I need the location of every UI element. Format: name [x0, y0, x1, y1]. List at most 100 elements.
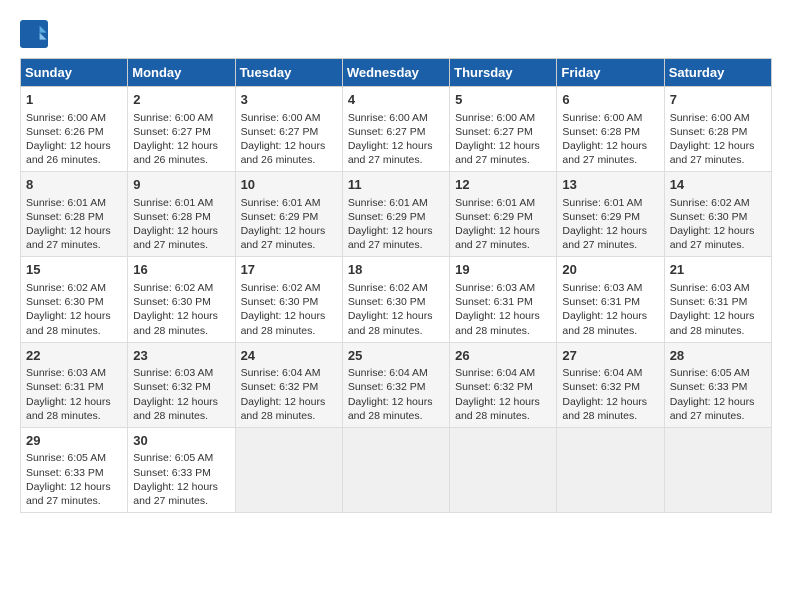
- calendar-cell: [235, 427, 342, 512]
- day-number: 16: [133, 261, 229, 279]
- daylight-text: Daylight: 12 hours and 28 minutes.: [455, 396, 540, 422]
- calendar-cell: 21Sunrise: 6:03 AMSunset: 6:31 PMDayligh…: [664, 257, 771, 342]
- sunset-text: Sunset: 6:30 PM: [348, 296, 426, 308]
- sunset-text: Sunset: 6:31 PM: [26, 381, 104, 393]
- day-number: 6: [562, 91, 658, 109]
- calendar-cell: 17Sunrise: 6:02 AMSunset: 6:30 PMDayligh…: [235, 257, 342, 342]
- daylight-text: Daylight: 12 hours and 27 minutes.: [670, 140, 755, 166]
- day-number: 13: [562, 176, 658, 194]
- daylight-text: Daylight: 12 hours and 28 minutes.: [348, 396, 433, 422]
- calendar-cell: 5Sunrise: 6:00 AMSunset: 6:27 PMDaylight…: [450, 87, 557, 172]
- sunrise-text: Sunrise: 6:01 AM: [26, 197, 106, 209]
- calendar-cell: 3 Sunrise: 6:00 AM Sunset: 6:27 PM Daylight…: [235, 87, 342, 172]
- day-number: 18: [348, 261, 444, 279]
- daylight-text: Daylight: 12 hours and 27 minutes.: [133, 225, 218, 251]
- day-number: 5: [455, 91, 551, 109]
- general-blue-logo-icon: [20, 20, 48, 48]
- daylight-text: Daylight: 12 hours and 27 minutes.: [455, 225, 540, 251]
- sunset-text: Sunset: 6:32 PM: [241, 381, 319, 393]
- day-number: 9: [133, 176, 229, 194]
- daylight-text: Daylight: 12 hours and 28 minutes.: [241, 396, 326, 422]
- day-number: 10: [241, 176, 337, 194]
- weekday-header-tuesday: Tuesday: [235, 59, 342, 87]
- sunrise-text: Sunrise: 6:05 AM: [670, 367, 750, 379]
- day-number: 3: [241, 91, 337, 109]
- calendar-cell: [450, 427, 557, 512]
- daylight-text: Daylight: 12 hours and 28 minutes.: [670, 310, 755, 336]
- calendar-cell: 30Sunrise: 6:05 AMSunset: 6:33 PMDayligh…: [128, 427, 235, 512]
- sunset-text: Sunset: 6:31 PM: [670, 296, 748, 308]
- sunrise-text: Sunrise: 6:02 AM: [133, 282, 213, 294]
- daylight-text: Daylight: 12 hours and 28 minutes.: [241, 310, 326, 336]
- sunset-text: Sunset: 6:32 PM: [455, 381, 533, 393]
- sunset-text: Sunset: 6:29 PM: [241, 211, 319, 223]
- sunrise-text: Sunrise: 6:03 AM: [455, 282, 535, 294]
- weekday-header-thursday: Thursday: [450, 59, 557, 87]
- sunrise-text: Sunrise: 6:00 AM: [241, 112, 321, 124]
- daylight-text: Daylight: 12 hours and 26 minutes.: [133, 140, 218, 166]
- daylight-text: Daylight: 12 hours and 27 minutes.: [241, 225, 326, 251]
- day-number: 4: [348, 91, 444, 109]
- calendar-cell: 16Sunrise: 6:02 AMSunset: 6:30 PMDayligh…: [128, 257, 235, 342]
- sunset-text: Sunset: 6:31 PM: [562, 296, 640, 308]
- calendar-cell: 29Sunrise: 6:05 AMSunset: 6:33 PMDayligh…: [21, 427, 128, 512]
- daylight-text: Daylight: 12 hours and 26 minutes.: [26, 140, 111, 166]
- sunset-text: Sunset: 6:29 PM: [455, 211, 533, 223]
- logo: [20, 20, 52, 48]
- day-number: 29: [26, 432, 122, 450]
- daylight-text: Daylight: 12 hours and 28 minutes.: [133, 310, 218, 336]
- day-number: 8: [26, 176, 122, 194]
- sunrise-text: Sunrise: 6:00 AM: [26, 112, 106, 124]
- sunset-text: Sunset: 6:30 PM: [26, 296, 104, 308]
- sunrise-text: Sunrise: 6:00 AM: [562, 112, 642, 124]
- sunrise-text: Sunrise: 6:01 AM: [133, 197, 213, 209]
- sunset-text: Sunset: 6:27 PM: [455, 126, 533, 138]
- sunset-text: Sunset: 6:27 PM: [241, 126, 319, 138]
- sunrise-text: Sunrise: 6:01 AM: [241, 197, 321, 209]
- daylight-text: Daylight: 12 hours and 27 minutes.: [26, 481, 111, 507]
- weekday-header-sunday: Sunday: [21, 59, 128, 87]
- calendar-cell: 7Sunrise: 6:00 AMSunset: 6:28 PMDaylight…: [664, 87, 771, 172]
- calendar-header-row: SundayMondayTuesdayWednesdayThursdayFrid…: [21, 59, 772, 87]
- calendar-week-row: 22Sunrise: 6:03 AMSunset: 6:31 PMDayligh…: [21, 342, 772, 427]
- daylight-text: Daylight: 12 hours and 28 minutes.: [562, 396, 647, 422]
- sunset-text: Sunset: 6:31 PM: [455, 296, 533, 308]
- daylight-text: Daylight: 12 hours and 27 minutes.: [670, 396, 755, 422]
- day-number: 28: [670, 347, 766, 365]
- sunrise-text: Sunrise: 6:03 AM: [26, 367, 106, 379]
- sunset-text: Sunset: 6:30 PM: [670, 211, 748, 223]
- calendar-cell: 1Sunrise: 6:00 AMSunset: 6:26 PMDaylight…: [21, 87, 128, 172]
- sunset-text: Sunset: 6:26 PM: [26, 126, 104, 138]
- sunrise-text: Sunrise: 6:05 AM: [26, 452, 106, 464]
- sunrise-text: Sunrise: 6:02 AM: [241, 282, 321, 294]
- sunrise-text: Sunrise: 6:04 AM: [241, 367, 321, 379]
- calendar-cell: 27Sunrise: 6:04 AMSunset: 6:32 PMDayligh…: [557, 342, 664, 427]
- calendar-cell: 12Sunrise: 6:01 AMSunset: 6:29 PMDayligh…: [450, 172, 557, 257]
- calendar-week-row: 8Sunrise: 6:01 AMSunset: 6:28 PMDaylight…: [21, 172, 772, 257]
- weekday-header-friday: Friday: [557, 59, 664, 87]
- day-number: 30: [133, 432, 229, 450]
- daylight-text: Daylight: 12 hours and 28 minutes.: [133, 396, 218, 422]
- sunset-text: Sunset: 6:33 PM: [670, 381, 748, 393]
- day-number: 11: [348, 176, 444, 194]
- calendar-cell: [664, 427, 771, 512]
- day-number: 25: [348, 347, 444, 365]
- calendar-cell: 19Sunrise: 6:03 AMSunset: 6:31 PMDayligh…: [450, 257, 557, 342]
- sunset-text: Sunset: 6:33 PM: [133, 467, 211, 479]
- daylight-text: Daylight: 12 hours and 28 minutes.: [562, 310, 647, 336]
- calendar-cell: 11Sunrise: 6:01 AMSunset: 6:29 PMDayligh…: [342, 172, 449, 257]
- sunrise-text: Sunrise: 6:05 AM: [133, 452, 213, 464]
- sunset-text: Sunset: 6:29 PM: [348, 211, 426, 223]
- sunset-text: Sunset: 6:28 PM: [562, 126, 640, 138]
- daylight-text: Daylight: 12 hours and 26 minutes.: [241, 140, 326, 166]
- sunset-text: Sunset: 6:30 PM: [241, 296, 319, 308]
- day-number: 26: [455, 347, 551, 365]
- weekday-header-saturday: Saturday: [664, 59, 771, 87]
- daylight-text: Daylight: 12 hours and 27 minutes.: [348, 140, 433, 166]
- day-number: 2: [133, 91, 229, 109]
- header: [20, 20, 772, 48]
- calendar-cell: 18Sunrise: 6:02 AMSunset: 6:30 PMDayligh…: [342, 257, 449, 342]
- day-number: 27: [562, 347, 658, 365]
- calendar-cell: 15Sunrise: 6:02 AMSunset: 6:30 PMDayligh…: [21, 257, 128, 342]
- calendar-cell: 22Sunrise: 6:03 AMSunset: 6:31 PMDayligh…: [21, 342, 128, 427]
